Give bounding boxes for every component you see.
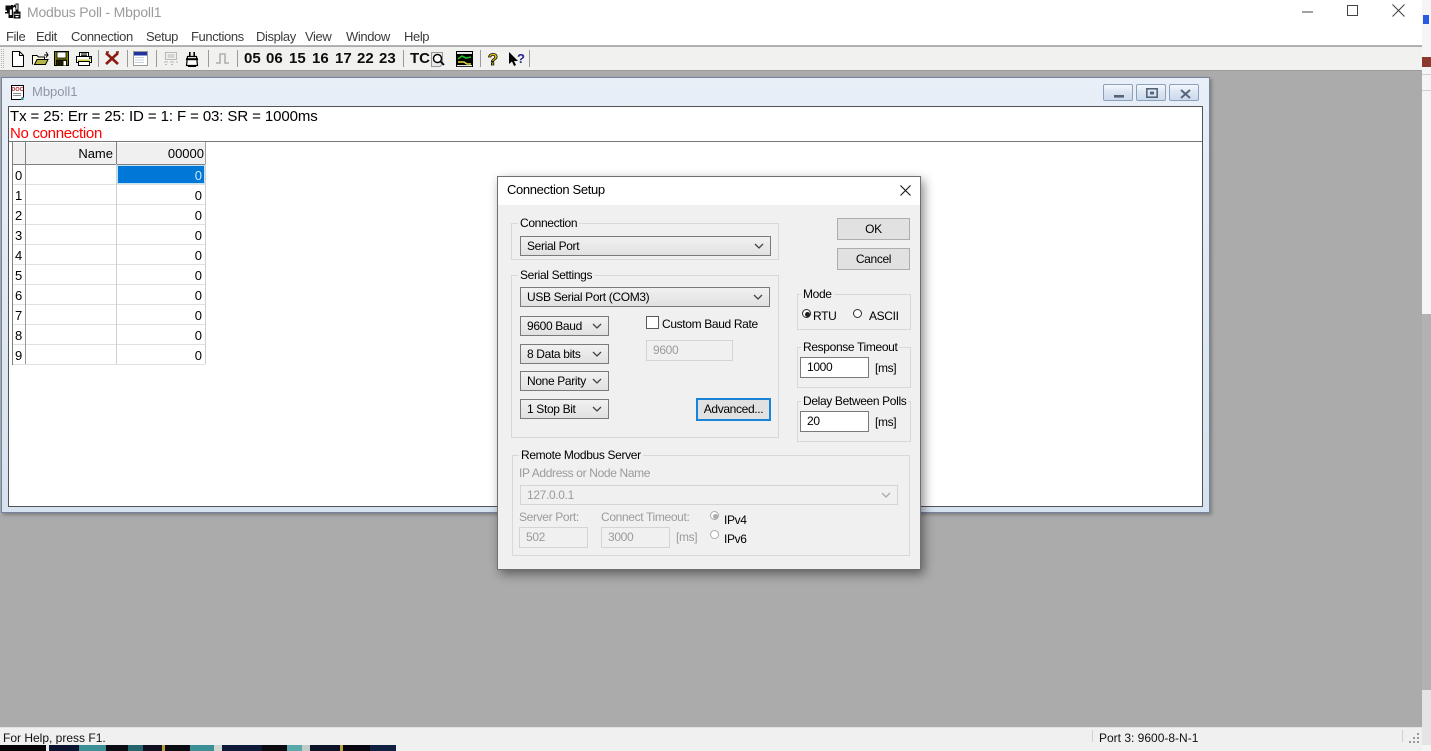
svg-text:DOC: DOC bbox=[11, 87, 23, 93]
svg-text:?: ? bbox=[517, 51, 525, 66]
svg-text:?: ? bbox=[488, 51, 498, 67]
